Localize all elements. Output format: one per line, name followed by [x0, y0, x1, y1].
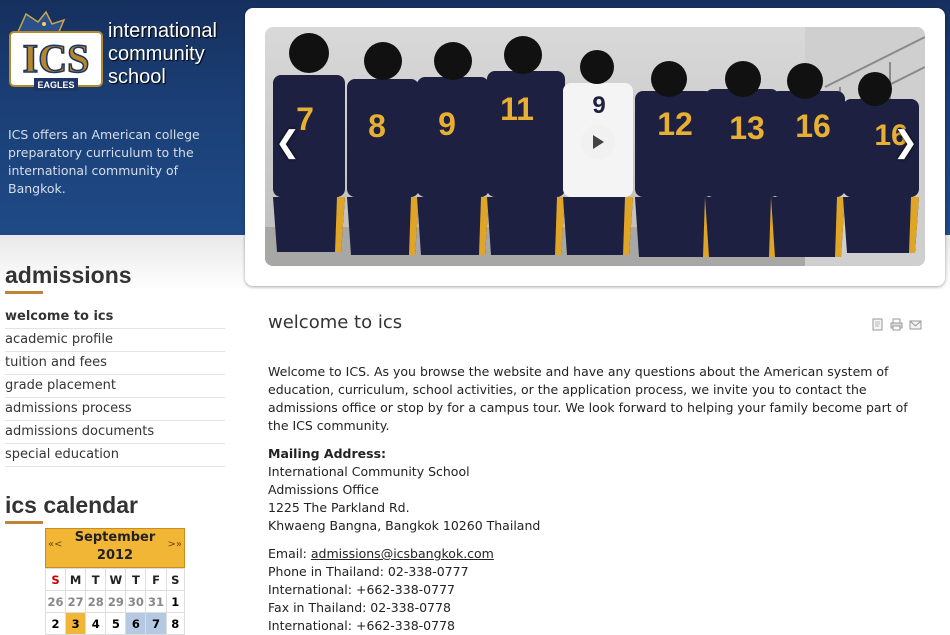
fax-line: Fax in Thailand: 02-338-0778 — [268, 600, 451, 615]
email-line: Email: admissions@icsbangkok.com — [268, 545, 928, 563]
page-title: welcome to ics — [268, 312, 403, 333]
email-icon[interactable] — [909, 316, 922, 330]
pdf-icon[interactable] — [871, 316, 884, 331]
fax-line: International: +662-338-0778 — [268, 618, 455, 633]
sidebar-item-academic-profile[interactable]: academic profile — [5, 329, 225, 352]
calendar-day[interactable]: 5 — [105, 612, 127, 635]
weekday-label: M — [65, 568, 87, 591]
calendar-heading: ics calendar — [5, 492, 138, 518]
calendar-day-event[interactable]: 7 — [145, 612, 167, 635]
email-label: Email: — [268, 546, 311, 561]
jersey-number: 12 — [657, 106, 693, 142]
sidebar-item-tuition[interactable]: tuition and fees — [5, 352, 225, 375]
calendar-year: 2012 — [96, 548, 134, 563]
calendar-day[interactable]: 29 — [105, 590, 127, 613]
play-button[interactable] — [581, 125, 615, 159]
calendar-widget: «< September 2012 >» S M T W T F S 26 27… — [44, 528, 186, 635]
print-icon[interactable] — [890, 316, 903, 331]
calendar-day[interactable]: 26 — [44, 590, 67, 613]
chevron-right-icon[interactable]: ❯ — [893, 125, 918, 160]
sidebar-item-special-education[interactable]: special education — [5, 444, 225, 467]
calendar-day[interactable]: 1 — [165, 590, 186, 613]
article-toolbar — [871, 316, 922, 331]
calendar-day[interactable]: 30 — [125, 590, 147, 613]
address-line: 1225 The Parkland Rd. — [268, 500, 410, 515]
jersey-number: 9 — [438, 106, 456, 142]
tagline: ICS offers an American college preparato… — [8, 127, 200, 196]
heading-underline — [5, 521, 43, 524]
calendar-day[interactable]: 31 — [145, 590, 167, 613]
address-line: International Community School — [268, 464, 470, 479]
intro-paragraph: Welcome to ICS. As you browse the websit… — [268, 364, 908, 433]
jersey-number: 11 — [500, 91, 534, 127]
calendar-prev-button[interactable]: «< — [48, 539, 63, 550]
phone-line: Phone in Thailand: 02-338-0777 — [268, 564, 469, 579]
calendar-day[interactable]: 4 — [85, 612, 107, 635]
jersey-number: 13 — [729, 110, 765, 146]
logo-sub: EAGLES — [37, 80, 74, 90]
calendar-day[interactable]: 8 — [165, 612, 186, 635]
calendar-day[interactable]: 28 — [85, 590, 107, 613]
chevron-left-icon[interactable]: ❮ — [275, 125, 300, 160]
calendar-day-today[interactable]: 3 — [65, 612, 87, 635]
address-line: Admissions Office — [268, 482, 379, 497]
sidebar-item-welcome[interactable]: welcome to ics — [5, 306, 225, 329]
slideshow: 7 8 9 11 9 12 13 16 16 ❮ ❯ — [245, 8, 945, 286]
school-name-line3: school — [108, 66, 166, 88]
mailing-address-label: Mailing Address: — [268, 446, 387, 461]
school-name-line2: community — [108, 43, 205, 65]
sidebar-item-admissions-documents[interactable]: admissions documents — [5, 421, 225, 444]
player: 13 — [705, 61, 779, 257]
calendar-next-button[interactable]: >» — [168, 539, 183, 550]
weekday-label: S — [165, 568, 186, 591]
school-name-line1: international — [108, 20, 217, 42]
sidebar-item-grade-placement[interactable]: grade placement — [5, 375, 225, 398]
weekday-label: S — [44, 568, 67, 591]
slide-image: 7 8 9 11 9 12 13 16 16 ❮ ❯ — [265, 27, 925, 266]
sidebar: admissions welcome to ics academic profi… — [5, 262, 227, 524]
sidebar-heading: admissions — [5, 262, 132, 288]
calendar-month: September — [74, 530, 156, 545]
calendar-day[interactable]: 2 — [44, 612, 67, 635]
calendar-header: «< September 2012 >» — [45, 528, 185, 568]
logo-letters: ICS — [23, 36, 90, 81]
heading-underline — [5, 291, 43, 294]
play-icon — [593, 135, 604, 149]
email-link[interactable]: admissions@icsbangkok.com — [311, 546, 494, 561]
player: 16 — [771, 63, 845, 257]
weekday-label: W — [105, 568, 127, 591]
jersey-number: 8 — [368, 108, 386, 144]
player: 16 — [843, 72, 919, 253]
calendar-day-event[interactable]: 6 — [125, 612, 147, 635]
sidebar-menu: welcome to ics academic profile tuition … — [5, 306, 225, 467]
phone-line: International: +662-338-0777 — [268, 582, 455, 597]
calendar-grid: S M T W T F S 26 27 28 29 30 31 1 2 3 4 … — [44, 568, 186, 635]
sidebar-item-admissions-process[interactable]: admissions process — [5, 398, 225, 421]
jersey-number: 9 — [592, 92, 605, 119]
school-name[interactable]: international community school — [108, 20, 217, 89]
main-content: welcome to ics Welcome to ICS. As you br… — [268, 312, 928, 635]
weekday-label: T — [85, 568, 107, 591]
jersey-number: 16 — [795, 108, 831, 144]
ics-eagles-logo[interactable]: ICS EAGLES — [8, 10, 104, 96]
weekday-label: F — [145, 568, 167, 591]
weekday-label: T — [125, 568, 147, 591]
calendar-day[interactable]: 27 — [65, 590, 87, 613]
address-line: Khwaeng Bangna, Bangkok 10260 Thailand — [268, 518, 541, 533]
